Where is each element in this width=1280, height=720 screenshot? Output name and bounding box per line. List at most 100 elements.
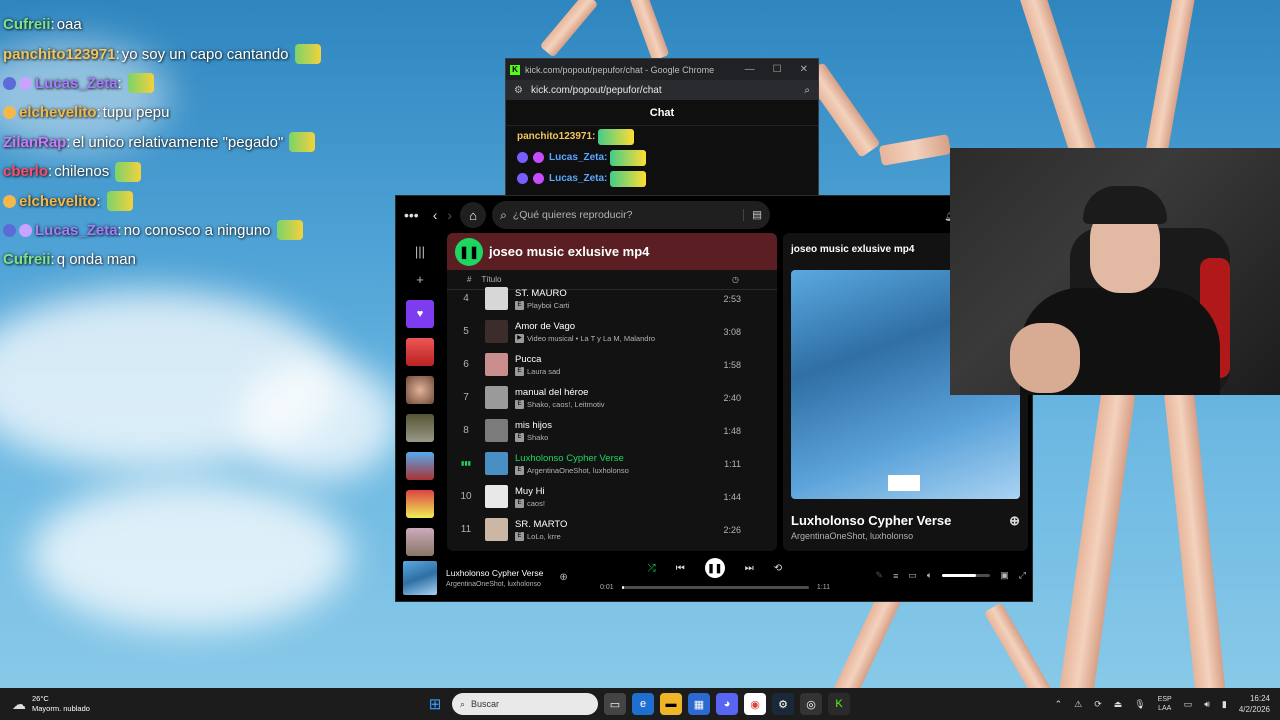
track-row[interactable]: ▮▮▮ Luxholonso Cypher Verse E ArgentinaOneS… bbox=[447, 447, 777, 480]
minimize-icon[interactable]: — bbox=[745, 64, 755, 75]
chrome-icon[interactable]: ◉ bbox=[744, 693, 766, 715]
plus-icon[interactable]: + bbox=[402, 272, 438, 292]
obs-icon[interactable]: ◎ bbox=[800, 693, 822, 715]
browse-icon[interactable]: ▤ bbox=[743, 209, 762, 221]
chevron-up-icon[interactable]: ⌃ bbox=[1055, 699, 1063, 710]
address-bar[interactable]: ⚙ kick.com/popout/pepufor/chat ⌕ bbox=[506, 80, 818, 100]
menu-dots-icon[interactable]: ••• bbox=[404, 207, 419, 223]
player-track-name[interactable]: Luxholonso Cypher Verse bbox=[446, 568, 543, 578]
library-thumb[interactable] bbox=[406, 528, 434, 556]
site-info-icon[interactable]: ⚙ bbox=[514, 85, 523, 96]
mic-icon[interactable]: ✎ bbox=[876, 570, 884, 581]
track-row[interactable]: 5 Amor de Vago ▶ Video musical • La T y La … bbox=[447, 315, 777, 348]
battery-icon[interactable]: ▮ bbox=[1222, 699, 1227, 710]
monitor-icon[interactable]: ▭ bbox=[1184, 699, 1193, 710]
volume-icon[interactable]: 🔈︎ bbox=[927, 570, 932, 581]
next-icon[interactable]: ⏭︎ bbox=[745, 563, 754, 574]
track-row[interactable]: 4 ST. MAURO E Playboi Carti 2:53 bbox=[447, 282, 777, 315]
track-list: 4 ST. MAURO E Playboi Carti 2:53 5 Amor de Vag… bbox=[447, 282, 777, 546]
track-artist[interactable]: caos! bbox=[527, 499, 545, 508]
track-artist[interactable]: Playboi Carti bbox=[527, 301, 570, 310]
track-name[interactable]: ST. MAURO bbox=[515, 288, 570, 299]
windows-start-icon[interactable]: ⊞ bbox=[424, 693, 446, 715]
playlist-pause-button[interactable]: ❚❚ bbox=[455, 237, 483, 266]
track-name[interactable]: manual del héroe bbox=[515, 387, 605, 398]
track-name[interactable]: Muy Hi bbox=[515, 486, 545, 497]
volume-slider[interactable] bbox=[942, 574, 991, 577]
kick-username[interactable]: Lucas_Zeta: bbox=[549, 152, 607, 163]
liked-songs-thumb[interactable]: ♥ bbox=[406, 300, 434, 328]
microphone-icon[interactable]: 🎙︎ bbox=[1134, 699, 1145, 710]
track-row[interactable]: 11 SR. MARTO E LoLo, krre 2:26 bbox=[447, 513, 777, 546]
file-explorer-icon[interactable]: ▬ bbox=[660, 693, 682, 715]
forward-arrow-icon[interactable]: › bbox=[447, 207, 452, 223]
library-thumb[interactable] bbox=[406, 452, 434, 480]
track-artist[interactable]: LoLo, krre bbox=[527, 532, 561, 541]
track-row[interactable]: 8 mis hijos E Shako 1:48 bbox=[447, 414, 777, 447]
close-icon[interactable]: ✕ bbox=[800, 64, 808, 75]
track-artist[interactable]: Shako bbox=[527, 433, 548, 442]
track-name[interactable]: mis hijos bbox=[515, 420, 552, 431]
library-icon[interactable]: ||| bbox=[402, 244, 438, 264]
usb-icon[interactable]: ⏏ bbox=[1114, 699, 1123, 710]
chrome-title-bar[interactable]: K kick.com/popout/pepufor/chat - Google … bbox=[506, 59, 818, 80]
repeat-icon[interactable]: ⟲ bbox=[774, 563, 782, 574]
clock[interactable]: 16:24 4/2/2026 bbox=[1239, 693, 1270, 715]
player-artist[interactable]: ArgentinaOneShot, luxholonso bbox=[446, 581, 543, 588]
task-view-icon[interactable]: ▭ bbox=[604, 693, 626, 715]
track-artist[interactable]: Laura sad bbox=[527, 367, 560, 376]
steam-icon[interactable]: ⚙ bbox=[772, 693, 794, 715]
chat-header: Chat bbox=[506, 100, 818, 126]
kick-username[interactable]: panchito123971: bbox=[517, 131, 595, 142]
zoom-icon[interactable]: ⌕ bbox=[804, 85, 810, 96]
pause-button[interactable]: ❚❚ bbox=[704, 558, 725, 578]
elapsed-time: 0:01 bbox=[600, 584, 614, 591]
track-name[interactable]: SR. MARTO bbox=[515, 519, 567, 530]
now-playing-track-name[interactable]: Luxholonso Cypher Verse bbox=[791, 513, 951, 529]
language-indicator[interactable]: ESP LAA bbox=[1158, 695, 1172, 713]
kick-username[interactable]: Lucas_Zeta: bbox=[549, 173, 607, 184]
track-artist[interactable]: Video musical • La T y La M, Malandro bbox=[527, 334, 655, 343]
shuffle-icon[interactable]: ⤮ bbox=[648, 563, 656, 574]
home-button[interactable]: ⌂ bbox=[460, 202, 487, 228]
track-name[interactable]: Amor de Vago bbox=[515, 321, 655, 332]
queue-icon[interactable]: ≡ bbox=[893, 571, 898, 581]
track-name[interactable]: Luxholonso Cypher Verse bbox=[515, 453, 629, 464]
spotify-window[interactable]: ••• ‹ › ⌂ ⌕ ¿Qué quieres reproducir? ▤ 🔔… bbox=[395, 195, 1033, 602]
badge-icon bbox=[517, 152, 528, 163]
fullscreen-icon[interactable]: ⤢ bbox=[1019, 570, 1026, 581]
weather-widget[interactable]: ☁ 26°C Mayorm. nublado bbox=[12, 694, 132, 714]
track-row[interactable]: 10 Muy Hi Ecaos! 1:44 bbox=[447, 480, 777, 513]
back-arrow-icon[interactable]: ‹ bbox=[433, 207, 438, 223]
speaker-icon[interactable]: 🔊︎ bbox=[1204, 699, 1210, 710]
player-cover[interactable] bbox=[403, 560, 437, 595]
library-thumb[interactable] bbox=[406, 490, 434, 518]
track-artist[interactable]: Shako, caos!, Leitmotiv bbox=[527, 400, 605, 409]
store-icon[interactable]: ▦ bbox=[688, 693, 710, 715]
previous-icon[interactable]: ⏮︎ bbox=[676, 563, 685, 574]
refresh-icon[interactable]: ⟳ bbox=[1094, 699, 1102, 710]
discord-icon[interactable]: ◕ bbox=[716, 693, 738, 715]
devices-icon[interactable]: ▭ bbox=[908, 570, 917, 581]
kick-app-icon[interactable]: K bbox=[828, 693, 850, 715]
track-name[interactable]: Pucca bbox=[515, 354, 560, 365]
library-thumb[interactable] bbox=[406, 338, 434, 366]
miniplayer-icon[interactable]: ▣ bbox=[1000, 570, 1009, 581]
edge-icon[interactable]: e bbox=[632, 693, 654, 715]
chrome-popup-window[interactable]: K kick.com/popout/pepufor/chat - Google … bbox=[505, 58, 819, 198]
add-icon[interactable]: ⊕ bbox=[559, 572, 567, 583]
now-playing-artist[interactable]: ArgentinaOneShot, luxholonso bbox=[783, 529, 1028, 543]
spotify-search-input[interactable]: ⌕ ¿Qué quieres reproducir? ▤ bbox=[492, 201, 771, 229]
track-artist[interactable]: ArgentinaOneShot, luxholonso bbox=[527, 466, 629, 475]
track-row[interactable]: 6 Pucca E Laura sad 1:58 bbox=[447, 348, 777, 381]
track-row[interactable]: 7 manual del héroe E Shako, caos!, Leitmoti… bbox=[447, 381, 777, 414]
progress-bar[interactable] bbox=[621, 586, 809, 589]
network-icon[interactable]: ⚠ bbox=[1074, 699, 1082, 710]
add-to-library-icon[interactable]: ⊕ bbox=[1009, 513, 1020, 529]
search-icon: ⌕ bbox=[460, 698, 466, 709]
library-thumb[interactable] bbox=[406, 414, 434, 442]
maximize-icon[interactable]: ☐ bbox=[773, 64, 782, 75]
chat-username: ZilanRap bbox=[3, 133, 67, 151]
library-thumb[interactable] bbox=[406, 376, 434, 404]
taskbar-search[interactable]: ⌕ Buscar bbox=[452, 693, 598, 715]
